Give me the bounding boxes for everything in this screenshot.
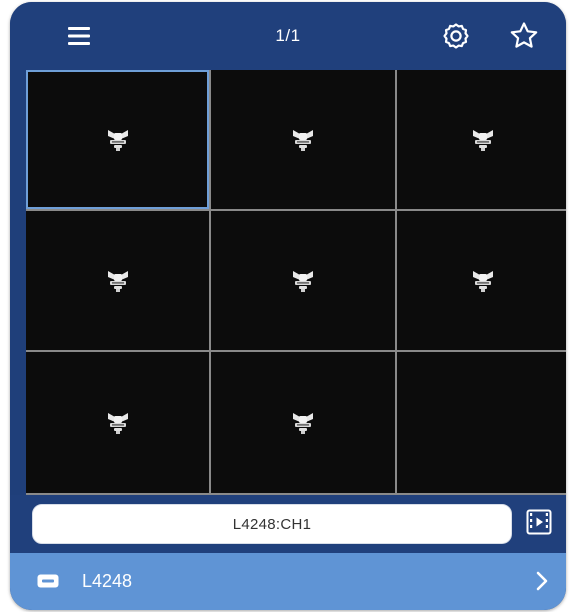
camera-cell-2[interactable] (211, 70, 395, 209)
settings-button[interactable] (439, 19, 473, 53)
cctv-camera-icon (470, 269, 496, 293)
device-expand-button[interactable] (532, 569, 552, 593)
device-name: L4248 (82, 571, 133, 591)
channel-label-field[interactable]: L4248:CH1 (32, 504, 512, 544)
cctv-camera-icon (105, 128, 131, 152)
camera-cell-6[interactable] (397, 211, 566, 350)
camera-cell-9[interactable] (397, 352, 566, 493)
page-indicator: 1/1 (275, 26, 301, 45)
camera-cell-4[interactable] (26, 211, 209, 350)
gear-icon (443, 23, 469, 49)
cctv-camera-icon (105, 411, 131, 435)
dvr-device-icon (36, 571, 60, 591)
top-toolbar: 1/1 (10, 2, 566, 70)
cctv-camera-icon (105, 269, 131, 293)
camera-cell-3[interactable] (397, 70, 566, 209)
camera-grid (26, 70, 566, 495)
favorite-button[interactable] (507, 19, 541, 53)
star-outline-icon (510, 22, 538, 48)
device-row[interactable]: L4248 (10, 553, 566, 610)
channel-bar: L4248:CH1 (10, 495, 566, 553)
channel-label: L4248:CH1 (232, 515, 312, 533)
playback-button[interactable] (525, 508, 553, 536)
camera-cell-8[interactable] (211, 352, 395, 493)
cctv-camera-icon (470, 128, 496, 152)
cctv-camera-icon (290, 128, 316, 152)
camera-cell-1[interactable] (26, 70, 209, 209)
chevron-right-icon (536, 571, 548, 591)
cctv-camera-icon (290, 411, 316, 435)
cctv-camera-icon (290, 269, 316, 293)
camera-cell-7[interactable] (26, 352, 209, 493)
video-playback-icon (526, 509, 552, 535)
app-window: 1/1 L4248:CH1 L4248 (10, 2, 566, 610)
camera-cell-5[interactable] (211, 211, 395, 350)
